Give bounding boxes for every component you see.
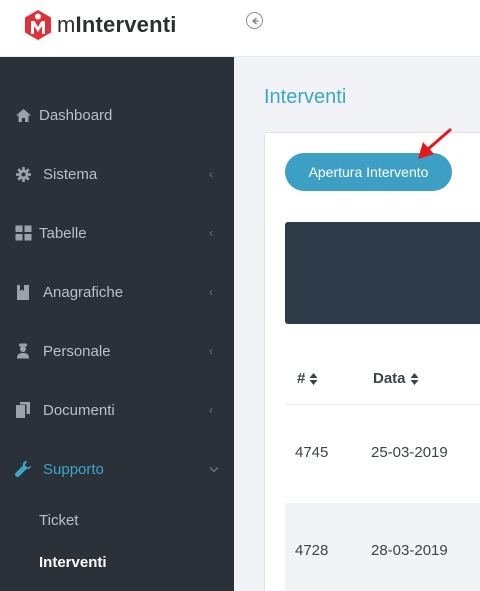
- chevron-left-icon: ‹: [209, 403, 213, 417]
- sidebar-subitem-ticket[interactable]: Ticket: [39, 512, 78, 529]
- sidebar-item-anagrafiche[interactable]: Anagrafiche ‹: [0, 272, 234, 312]
- wrench-icon: [14, 460, 32, 478]
- chevron-down-icon: [209, 462, 219, 476]
- gear-icon: [14, 165, 32, 183]
- sidebar-item-tabelle[interactable]: Tabelle ‹: [0, 213, 234, 253]
- sidebar-item-label: Personale: [43, 342, 111, 360]
- cell-date: 25-03-2019: [371, 444, 448, 461]
- sort-icon: [410, 372, 419, 385]
- sidebar-collapse-button[interactable]: [246, 12, 263, 29]
- sidebar-item-label: Sistema: [43, 165, 98, 183]
- arrow-left-icon: [251, 17, 258, 24]
- app-logo[interactable]: mInterventi: [23, 9, 177, 41]
- chevron-left-icon: ‹: [209, 167, 213, 181]
- sidebar-item-personale[interactable]: Personale ‹: [0, 331, 234, 371]
- cell-id: 4728: [295, 542, 329, 559]
- top-header: mInterventi: [0, 0, 480, 57]
- column-header-label: #: [297, 370, 306, 387]
- sidebar: [0, 57, 234, 591]
- documents-icon: [14, 401, 32, 419]
- sidebar-item-label: Dashboard: [39, 106, 113, 124]
- filter-panel: [285, 222, 480, 324]
- chevron-left-icon: ‹: [209, 226, 213, 240]
- sidebar-item-documenti[interactable]: Documenti ‹: [0, 390, 234, 430]
- book-icon: [14, 283, 32, 301]
- chevron-left-icon: ‹: [209, 344, 213, 358]
- arrow-annotation-icon: [418, 128, 452, 159]
- column-header-data[interactable]: Data: [373, 370, 419, 387]
- sidebar-item-label: Supporto: [43, 460, 104, 478]
- column-header-id[interactable]: #: [297, 370, 318, 387]
- sidebar-item-sistema[interactable]: Sistema ‹: [0, 154, 234, 194]
- sidebar-item-label: Tabelle: [39, 224, 87, 242]
- cell-id: 4745: [295, 444, 329, 461]
- person-icon: [14, 342, 32, 360]
- sort-icon: [309, 372, 318, 385]
- sidebar-item-supporto[interactable]: Supporto: [0, 449, 234, 489]
- home-icon: [14, 106, 32, 124]
- sidebar-subitem-interventi[interactable]: Interventi: [39, 554, 107, 571]
- column-header-label: Data: [373, 370, 406, 387]
- page-title: Interventi: [264, 86, 347, 108]
- sidebar-item-dashboard[interactable]: Dashboard: [0, 95, 234, 135]
- sidebar-item-label: Anagrafiche: [43, 283, 124, 301]
- sidebar-item-label: Documenti: [43, 401, 115, 419]
- table-row[interactable]: 4745 25-03-2019: [285, 405, 480, 503]
- table-row[interactable]: 4728 28-03-2019: [285, 503, 480, 591]
- app-name: mInterventi: [57, 12, 177, 37]
- cell-date: 28-03-2019: [371, 542, 448, 559]
- logo-icon: [25, 10, 51, 40]
- chevron-left-icon: ‹: [209, 285, 213, 299]
- grid-icon: [14, 224, 32, 242]
